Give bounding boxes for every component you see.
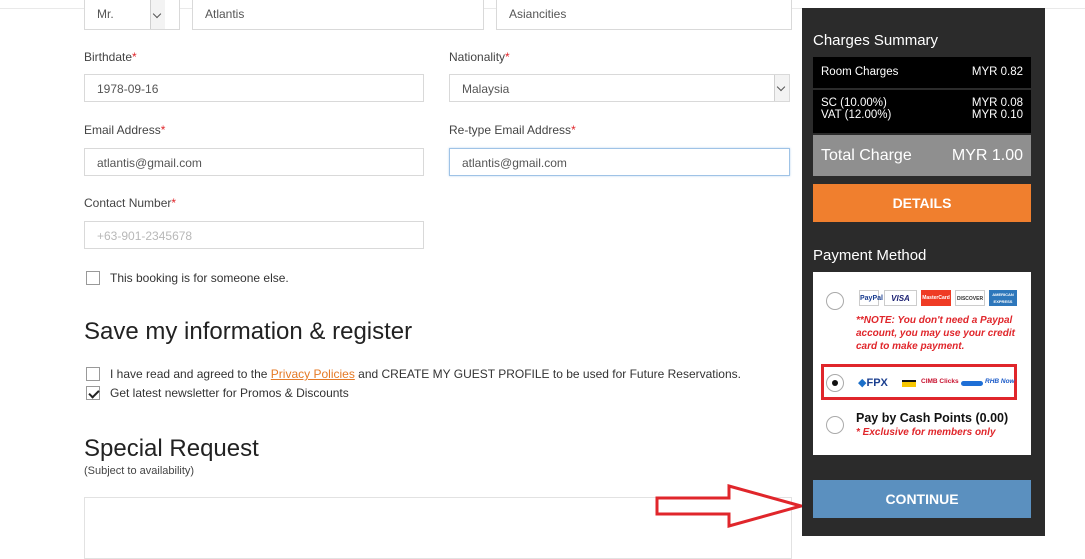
newsletter-label: Get latest newsletter for Promos & Disco… [110,386,349,400]
fpx-payment-radio[interactable] [826,374,844,392]
nationality-select[interactable]: Malaysia [449,74,790,102]
contact-placeholder: +63-901-2345678 [97,229,193,243]
contact-label: Contact Number* [84,196,177,210]
maybank-logo [902,380,916,387]
agree-label: I have read and agreed to the Privacy Po… [110,367,741,381]
contact-number-field[interactable]: +63-901-2345678 [84,221,424,249]
birthdate-field[interactable]: 1978-09-16 [84,74,424,102]
room-charges-value: MYR 0.82 [971,66,1023,78]
continue-button[interactable]: CONTINUE [813,480,1031,518]
visa-logo: VISA [884,290,917,306]
cimb-logo: CIMB Clicks [921,378,959,385]
total-charge-row: Total Charge MYR 1.00 [813,135,1031,176]
taxes-row: SC (10.00%) VAT (12.00%) MYR 0.08 MYR 0.… [813,90,1031,133]
someone-else-checkbox[interactable] [86,271,100,285]
birthdate-label: Birthdate* [84,50,137,64]
email-field[interactable]: atlantis@gmail.com [84,148,424,176]
someone-else-label: This booking is for someone else. [110,271,289,285]
mastercard-logo: MasterCard [921,290,951,306]
payment-method-title: Payment Method [813,247,927,264]
chevron-down-icon[interactable] [774,75,789,101]
card-payment-radio[interactable] [826,292,844,310]
cash-points-label: Pay by Cash Points (0.00) [856,411,1009,425]
total-charge-value: MYR 1.00 [951,147,1023,164]
online-banking-logo [961,381,983,386]
last-name-value: Asiancities [509,7,567,21]
cash-points-radio[interactable] [826,416,844,434]
title-select-value: Mr. [97,7,114,21]
register-heading: Save my information & register [84,318,413,345]
paypal-logo: PayPal [859,290,883,306]
room-charges-row: Room Charges MYR 0.82 [813,57,1031,88]
first-name-value: Atlantis [205,7,245,21]
title-select[interactable]: Mr. [84,0,180,30]
charges-summary-title: Charges Summary [813,32,939,49]
nationality-label: Nationality* [449,50,510,64]
retype-email-field[interactable]: atlantis@gmail.com [449,148,790,176]
email-label: Email Address* [84,123,166,137]
sc-value: MYR 0.08 [971,97,1023,109]
special-request-subtitle: (Subject to availability) [84,465,195,477]
total-charge-label: Total Charge [821,147,912,164]
last-name-field[interactable]: Asiancities [496,0,792,30]
newsletter-checkbox[interactable] [86,386,100,400]
cash-points-note: * Exclusive for members only [856,427,996,438]
discover-logo: DISCOVER [955,290,985,306]
birthdate-value: 1978-09-16 [97,82,159,96]
privacy-policies-link[interactable]: Privacy Policies [271,367,355,381]
retype-email-label: Re-type Email Address* [449,123,576,137]
email-value: atlantis@gmail.com [97,156,202,170]
retype-email-value: atlantis@gmail.com [462,156,567,170]
room-charges-label: Room Charges [821,66,899,78]
amex-logo: AMERICAN EXPRESS [989,290,1017,306]
details-button[interactable]: DETAILS [813,184,1031,222]
agree-checkbox[interactable] [86,367,100,381]
fpx-logo: ◆FPX [858,377,888,389]
arrow-right-icon [655,484,805,528]
rhb-logo: RHB Now [985,378,1015,385]
paypal-note: **NOTE: You don't need a Paypal account,… [856,315,1015,352]
nationality-value: Malaysia [462,82,510,96]
special-request-heading: Special Request [84,435,259,462]
chevron-down-icon[interactable] [150,0,165,29]
first-name-field[interactable]: Atlantis [192,0,484,30]
vat-value: MYR 0.10 [971,109,1023,121]
